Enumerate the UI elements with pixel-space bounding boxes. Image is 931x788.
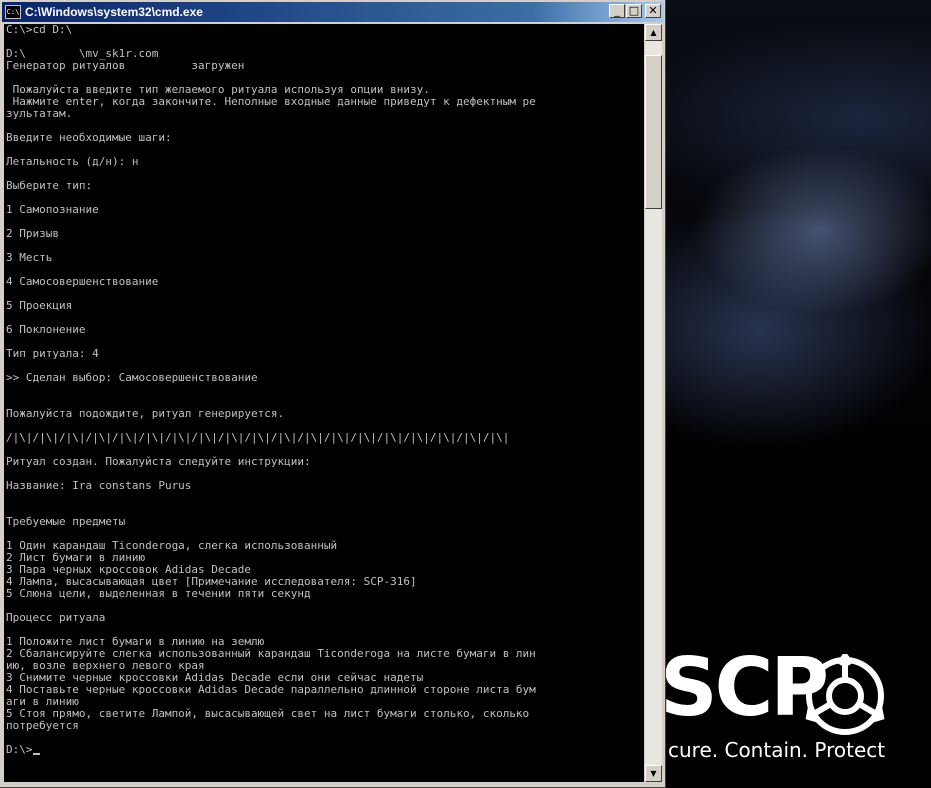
console-output[interactable]: C:\>cd D:\ D:\ \mv_sk1r.com Генератор ри… xyxy=(4,24,644,782)
console-line: Название: Ira constans Purus xyxy=(6,479,192,492)
console-line: Введите необходимые шаги: xyxy=(6,131,172,144)
console-line: Процесс ритуала xyxy=(6,611,106,624)
scroll-up-button[interactable]: ▲ xyxy=(645,24,662,41)
console-line: 4 Самосовершенствование xyxy=(6,275,159,288)
console-line: 5 Стоя прямо, светите Лампой, высасывающ… xyxy=(6,707,530,720)
console-line: C:\>cd D:\ xyxy=(6,24,73,36)
console-line: зультатам. xyxy=(6,107,73,120)
maximize-button[interactable]: □ xyxy=(626,4,642,18)
console-line: 5 Проекция xyxy=(6,299,73,312)
console-line: потребуется xyxy=(6,719,79,732)
console-line: 1 Самопознание xyxy=(6,203,99,216)
scp-slogan: cure. Contain. Protect xyxy=(668,738,886,762)
console-line: /|\|/|\|/|\|/|\|/|\|/|\|/|\|/|\|/|\|/|\|… xyxy=(6,431,510,444)
console-line: 6 Поклонение xyxy=(6,323,86,336)
scp-logo-text: SCP xyxy=(660,641,829,734)
console-line: Нажмите enter, когда закончите. Неполные… xyxy=(6,95,536,108)
console-text: C:\>cd D:\ D:\ \mv_sk1r.com Генератор ри… xyxy=(4,24,644,756)
console-line: Летальность (д/н): н xyxy=(6,155,139,168)
console-line: Генератор ритуалов загружен xyxy=(6,59,245,72)
scroll-thumb[interactable] xyxy=(645,55,662,209)
cmd-window[interactable]: C:\ C:\Windows\system32\cmd.exe _ □ ✕ C:… xyxy=(0,0,666,788)
console-line: Выберите тип: xyxy=(6,179,93,192)
title-bar[interactable]: C:\ C:\Windows\system32\cmd.exe _ □ ✕ xyxy=(2,2,664,22)
console-line: Тип ритуала: 4 xyxy=(6,347,99,360)
console-line: 2 Призыв xyxy=(6,227,59,240)
console-line: Ритуал создан. Пожалуйста следуйте инстр… xyxy=(6,455,311,468)
command-prompt[interactable]: D:\> xyxy=(6,743,33,756)
console-line: 3 Месть xyxy=(6,251,53,264)
cmd-icon[interactable]: C:\ xyxy=(5,5,21,19)
text-cursor xyxy=(32,753,40,755)
close-button[interactable]: ✕ xyxy=(645,4,661,18)
vertical-scrollbar[interactable]: ▲ ▼ xyxy=(645,24,662,782)
console-line: 4 Поставьте черные кроссовки Adidas Deca… xyxy=(6,683,536,696)
console-line: Пожалуйста подождите, ритуал генерируетс… xyxy=(6,407,285,420)
console-line: Требуемые предметы xyxy=(6,515,126,528)
scroll-down-button[interactable]: ▼ xyxy=(645,765,662,782)
minimize-button[interactable]: _ xyxy=(609,4,625,18)
console-line: 5 Слюна цели, выделенная в течении пяти … xyxy=(6,587,311,600)
console-line: >> Сделан выбор: Самосовершенствование xyxy=(6,371,258,384)
window-title: C:\Windows\system32\cmd.exe xyxy=(25,5,203,19)
scp-emblem-icon xyxy=(805,654,885,735)
